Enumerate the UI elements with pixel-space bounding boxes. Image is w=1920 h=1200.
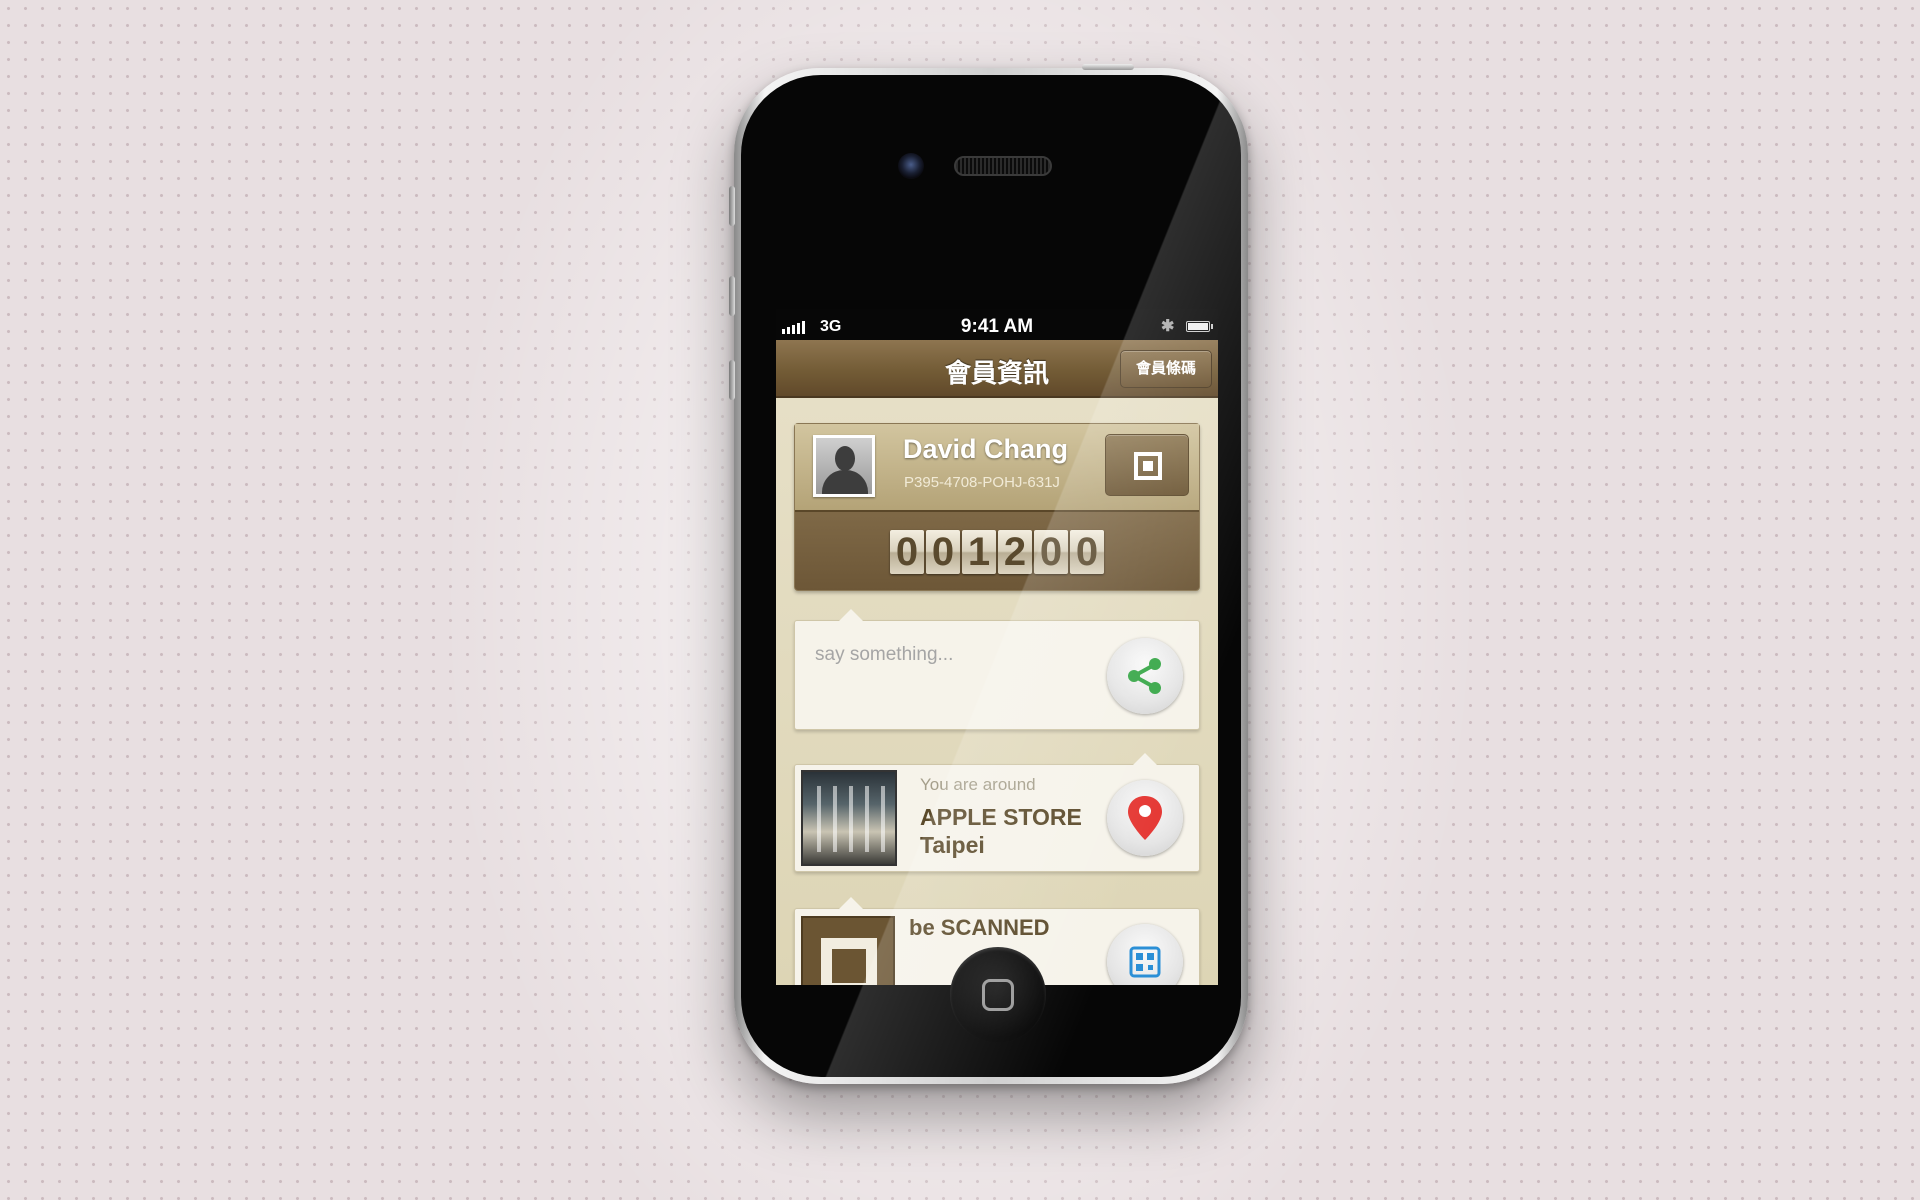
map-pin-icon [1128,796,1162,840]
share-icon [1128,658,1161,694]
points-digit: 0 [890,530,924,574]
status-time: 9:41 AM [960,316,1034,337]
member-card: David Chang P395-4708-POHJ-631J 001200 [794,423,1200,591]
scan-title: be SCANNED [909,915,1050,940]
qr-code-icon [1129,946,1161,978]
location-panel[interactable]: You are around APPLE STORE Taipei [794,753,1200,872]
volume-up-button [729,276,735,316]
points-counter: 001200 [795,530,1199,574]
store-photo [801,770,897,866]
location-title: APPLE STORE Taipei [920,803,1082,859]
phone-front: 3G 9:41 AM ✱ 會員資訊 會員條碼 David Chang P395-… [741,75,1241,1077]
member-card-header: David Chang P395-4708-POHJ-631J [795,424,1199,512]
home-button-icon [982,979,1014,1011]
battery-icon [1186,321,1213,332]
earpiece-speaker [954,156,1052,176]
member-barcode-button[interactable]: 會員條碼 [1120,350,1212,388]
front-camera [898,153,924,179]
share-button[interactable] [1107,638,1183,714]
avatar[interactable] [813,435,875,497]
location-subtitle: You are around [920,775,1036,794]
points-digit: 2 [998,530,1032,574]
location-city: Taipei [920,832,985,858]
points-digit: 0 [926,530,960,574]
location-name: APPLE STORE [920,804,1082,830]
app-screen: 3G 9:41 AM ✱ 會員資訊 會員條碼 David Chang P395-… [776,309,1218,985]
scan-code-thumbnail [801,916,895,985]
say-input[interactable] [813,643,1097,667]
panel-pointer [1133,753,1157,765]
points-digit: 1 [962,530,996,574]
status-bar: 3G 9:41 AM ✱ [776,309,1218,340]
location-button[interactable] [1107,780,1183,856]
panel-pointer [839,609,863,621]
content-area: David Chang P395-4708-POHJ-631J 001200 s… [776,398,1218,985]
volume-down-button [729,360,735,400]
bluetooth-icon: ✱ [1161,318,1175,335]
say-panel [794,609,1200,730]
points-digit: 0 [1034,530,1068,574]
power-button [1082,64,1134,70]
barcode-icon [1134,452,1162,480]
points-digit: 0 [1070,530,1104,574]
home-button[interactable] [950,947,1046,1043]
nav-bar: 會員資訊 會員條碼 [776,340,1218,398]
mute-switch [729,186,735,226]
qr-scan-button[interactable] [1107,924,1183,985]
phone-device: 3G 9:41 AM ✱ 會員資訊 會員條碼 David Chang P395-… [729,64,1248,1084]
panel-pointer [839,897,863,909]
barcode-button[interactable] [1105,434,1189,496]
member-name: David Chang [903,434,1069,464]
member-id: P395-4708-POHJ-631J [904,474,1060,491]
